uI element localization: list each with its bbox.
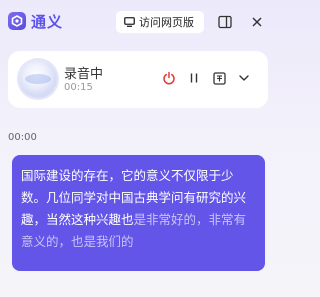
close-icon[interactable] <box>250 14 264 28</box>
transcript-timestamp: 00:00 <box>8 132 37 143</box>
transcript-bubble: 国际建设的存在，它的意义不仅限于少数。几位同学对中国古典学问有研究的兴趣，当然这… <box>12 155 265 271</box>
translate-icon[interactable] <box>211 70 227 86</box>
chevron-down-icon[interactable] <box>236 70 252 86</box>
sidebar-toggle-icon[interactable] <box>218 14 232 29</box>
recording-title: 录音中 <box>64 67 104 82</box>
recording-card: 录音中 00:15 <box>8 51 268 108</box>
pause-icon[interactable] <box>186 70 202 86</box>
recording-duration: 00:15 <box>64 82 93 93</box>
visit-web-label: 访问网页版 <box>139 16 194 29</box>
power-icon[interactable] <box>161 70 177 86</box>
top-bar: 通义 访问网页版 <box>0 0 278 44</box>
monitor-icon <box>124 17 135 27</box>
recording-orb <box>19 60 57 98</box>
tongyi-logo-icon <box>8 12 26 30</box>
visit-web-button[interactable]: 访问网页版 <box>116 11 204 33</box>
app-name: 通义 <box>31 13 64 31</box>
